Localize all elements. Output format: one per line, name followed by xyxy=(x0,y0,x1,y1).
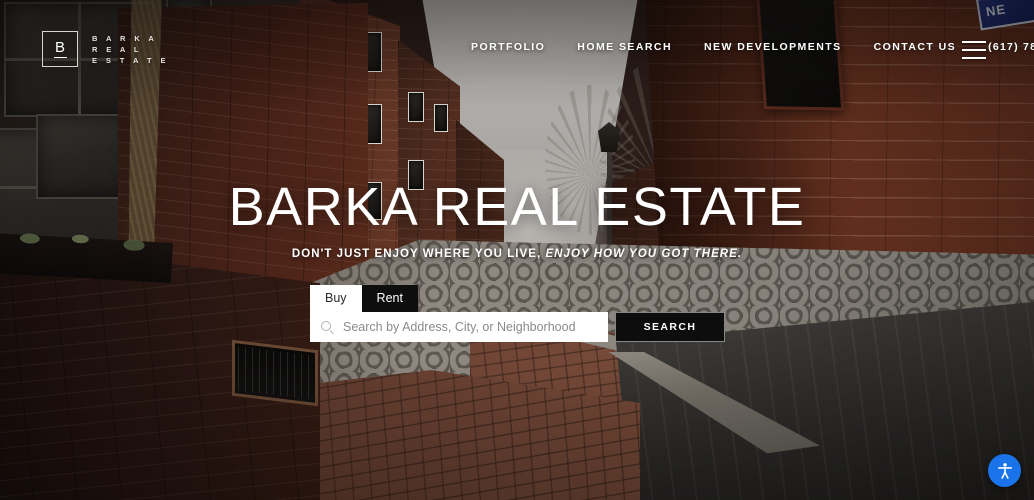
search-row: SEARCH xyxy=(310,312,725,342)
hamburger-menu-icon[interactable] xyxy=(962,41,986,59)
hero-tagline: DON'T JUST ENJOY WHERE YOU LIVE, ENJOY H… xyxy=(0,248,1034,260)
hero-tagline-plain: DON'T JUST ENJOY WHERE YOU LIVE, xyxy=(291,248,542,260)
main-navigation: PORTFOLIO HOME SEARCH NEW DEVELOPMENTS C… xyxy=(455,41,1034,53)
hero-section: BARKA REAL ESTATE DON'T JUST ENJOY WHERE… xyxy=(0,175,1034,260)
logo-underline xyxy=(53,56,67,59)
accessibility-person-icon xyxy=(997,462,1012,479)
search-input[interactable] xyxy=(343,320,598,334)
rowhouse-window-8 xyxy=(434,104,448,132)
logo-wordmark-line3: E S T A T E xyxy=(92,55,169,65)
property-search-widget: Buy Rent SEARCH xyxy=(310,285,725,342)
nav-item-portfolio[interactable]: PORTFOLIO xyxy=(455,41,561,53)
site-header: B B A R K A R E A L E S T A T E PORTFOLI… xyxy=(0,0,1034,100)
nav-item-contact-us[interactable]: CONTACT US xyxy=(858,41,973,53)
search-button[interactable]: SEARCH xyxy=(615,312,725,342)
tab-buy[interactable]: Buy xyxy=(310,285,362,312)
page-title: BARKA REAL ESTATE xyxy=(228,177,806,237)
logo-wordmark-line1: B A R K A xyxy=(92,33,158,43)
logo-letter: B xyxy=(54,38,65,56)
search-tabs: Buy Rent xyxy=(310,285,725,312)
nav-item-new-developments[interactable]: NEW DEVELOPMENTS xyxy=(688,41,858,53)
basement-window xyxy=(232,339,318,407)
hamburger-bar-2 xyxy=(962,49,986,51)
logo-wordmark-line2: R E A L xyxy=(92,44,142,54)
hamburger-bar-3 xyxy=(962,57,986,59)
logo[interactable]: B B A R K A R E A L E S T A T E xyxy=(42,31,169,67)
search-field-container[interactable] xyxy=(310,312,608,342)
hamburger-bar-1 xyxy=(962,41,986,43)
page-root: NE B B A R K A R E A L E S T A T E PORTF… xyxy=(0,0,1034,500)
hero-tagline-italic: ENJOY HOW YOU GOT THERE. xyxy=(545,248,743,260)
accessibility-button[interactable] xyxy=(988,454,1021,487)
nav-item-home-search[interactable]: HOME SEARCH xyxy=(561,41,688,53)
tab-rent[interactable]: Rent xyxy=(361,285,418,312)
barka-square-logo-icon: B xyxy=(42,31,78,67)
magnifier-icon xyxy=(321,320,334,335)
logo-wordmark: B A R K A R E A L E S T A T E xyxy=(92,33,169,66)
